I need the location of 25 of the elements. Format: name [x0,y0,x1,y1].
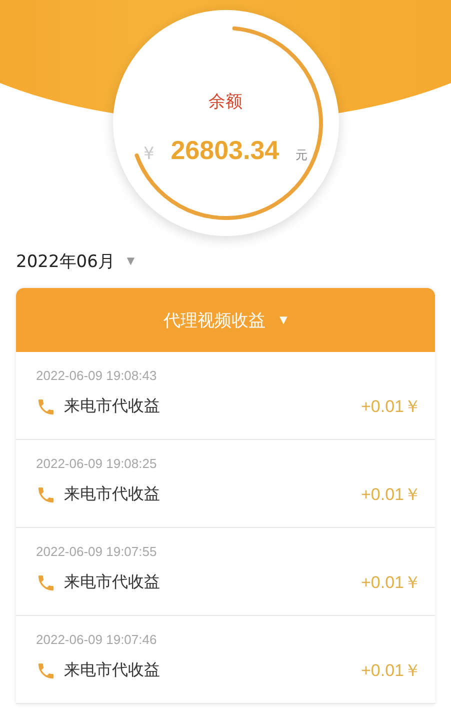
balance-amount: 26803.34 [170,135,280,166]
record-time: 2022-06-09 19:07:46 [36,632,158,647]
category-title[interactable]: 代理视频收益 [164,308,266,332]
phone-icon [36,660,56,680]
record-title: 来电市代收益 [64,572,161,593]
category-header[interactable]: 代理视频收益 ▼ [16,288,435,352]
record-title: 来电市代收益 [64,484,161,505]
record-time: 2022-06-09 19:07:55 [36,544,158,559]
currency-unit: 元 [296,147,308,164]
month-picker[interactable]: 2022年06月 [16,250,115,273]
record-amount: +0.01￥ [360,396,421,418]
record-amount: +0.01￥ [360,484,421,506]
record-amount: +0.01￥ [360,572,421,594]
currency-symbol: ¥ [144,144,154,164]
record-title: 来电市代收益 [64,396,161,417]
phone-icon [36,396,56,416]
record-time: 2022-06-09 19:08:25 [36,456,158,471]
record-amount: +0.01￥ [360,660,421,682]
caret-icon[interactable]: ▼ [280,314,288,326]
balance-label: 余额 [208,91,242,113]
phone-icon [36,572,56,592]
phone-icon [36,484,56,504]
record-title: 来电市代收益 [64,660,161,681]
caret-icon[interactable]: ▼ [126,256,135,267]
record-time: 2022-06-09 19:08:43 [36,368,158,383]
